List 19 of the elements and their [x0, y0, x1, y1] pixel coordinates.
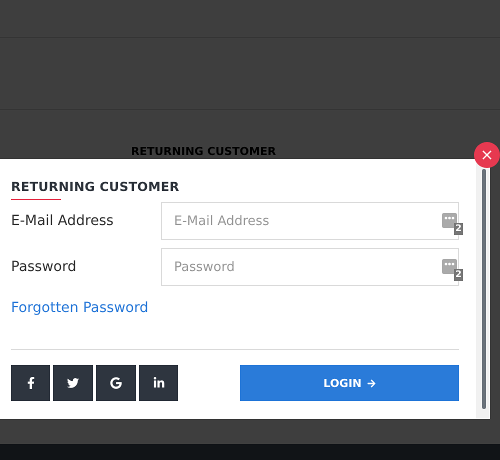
- background-heading: RETURNING CUSTOMER: [131, 145, 276, 159]
- login-button[interactable]: LOGIN: [240, 365, 459, 401]
- linkedin-icon: [152, 377, 164, 389]
- linkedin-button[interactable]: [139, 365, 178, 401]
- google-button[interactable]: [96, 365, 136, 401]
- close-button[interactable]: ×: [474, 142, 500, 168]
- arrow-icon: [366, 378, 376, 388]
- field-label: Password: [11, 259, 78, 275]
- bird-icon: [67, 377, 79, 389]
- twitter-button[interactable]: [53, 365, 93, 401]
- password-manager-icon[interactable]: [442, 259, 457, 274]
- password-manager-icon[interactable]: [442, 213, 457, 228]
- count-badge: 2: [454, 223, 463, 235]
- modal-title: RETURNING CUSTOMER: [11, 179, 180, 194]
- field-label: E-Mail Address: [11, 213, 115, 229]
- google-icon: [110, 377, 122, 389]
- count-badge: 2: [454, 269, 463, 281]
- facebook-button[interactable]: [11, 365, 50, 401]
- forgot-password-link[interactable]: Forgotten Password: [11, 300, 148, 316]
